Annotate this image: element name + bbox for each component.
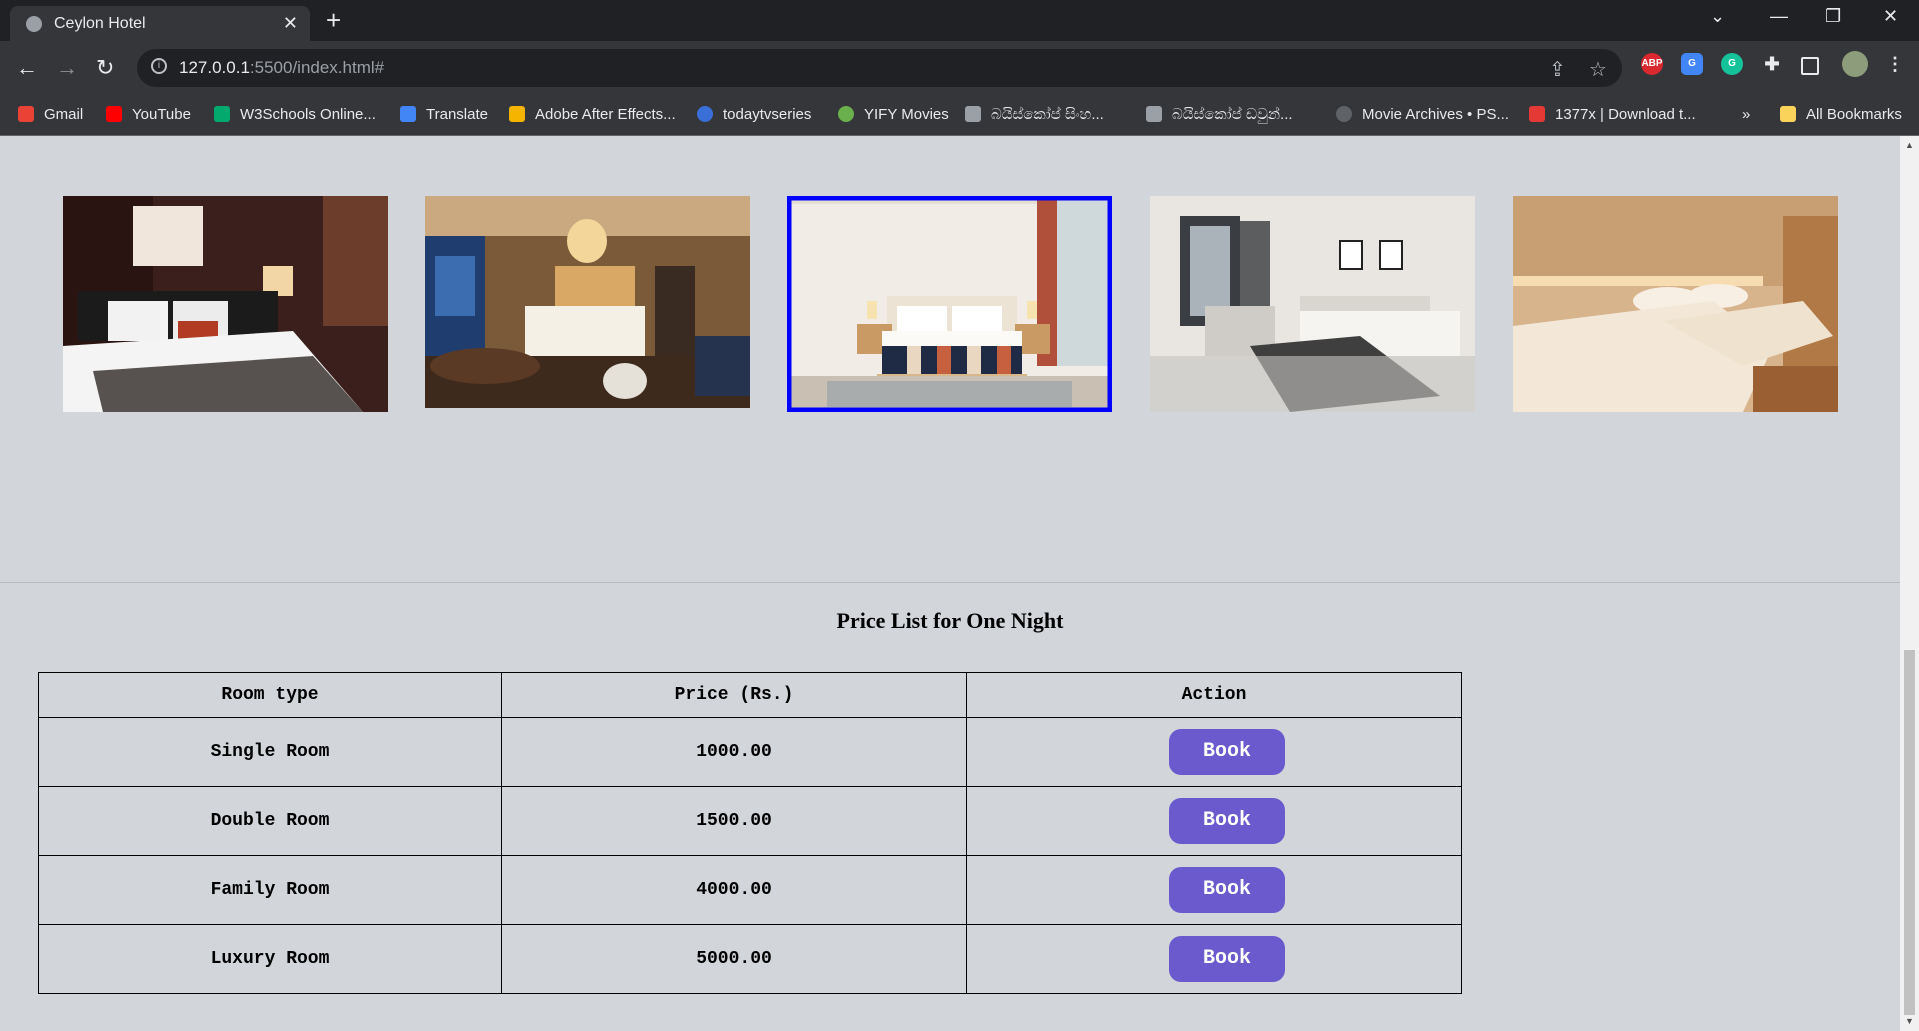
close-tab-icon[interactable]: ✕ <box>283 13 298 34</box>
header-action: Action <box>966 672 1462 718</box>
menu-dots-icon[interactable]: ⋮ <box>1884 53 1906 75</box>
bookmark-yify[interactable]: YIFY Movies <box>838 106 949 123</box>
globe-icon <box>26 16 42 32</box>
price-list-title: Price List for One Night <box>836 608 1064 633</box>
header-room-type: Room type <box>38 672 502 718</box>
book-button[interactable]: Book <box>1169 798 1285 844</box>
price-table: Room type Price (Rs.) Action Single Room… <box>38 672 1462 994</box>
bookmark-translate[interactable]: Translate <box>400 106 488 123</box>
baiscope-icon <box>1146 106 1162 122</box>
all-bookmarks[interactable]: All Bookmarks <box>1780 106 1902 123</box>
bookmark-1377x[interactable]: 1377x | Download t... <box>1529 106 1696 123</box>
minimize-icon[interactable]: — <box>1770 6 1788 27</box>
browser-tab[interactable]: Ceylon Hotel ✕ <box>10 6 310 41</box>
bookmarks-bar: Gmail YouTube W3Schools Online... Transl… <box>0 97 1919 136</box>
close-window-icon[interactable]: ✕ <box>1883 6 1898 27</box>
price-cell: 1500.00 <box>501 786 967 856</box>
site-info-icon[interactable]: i <box>151 58 167 74</box>
movie-archives-icon <box>1336 106 1352 122</box>
room-type-cell: Single Room <box>38 717 502 787</box>
bookmarks-overflow-icon[interactable]: » <box>1742 106 1750 123</box>
tab-search-icon[interactable]: ⌄ <box>1710 6 1725 27</box>
bookmark-todaytvseries[interactable]: todaytvseries <box>697 106 811 123</box>
reload-icon[interactable]: ↻ <box>96 55 114 81</box>
action-cell: Book <box>966 786 1462 856</box>
table-row: Double Room 1500.00 Book <box>38 786 1462 856</box>
room-type-cell: Double Room <box>38 786 502 856</box>
book-button[interactable]: Book <box>1169 936 1285 982</box>
gmail-icon <box>18 106 34 122</box>
room-type-cell: Luxury Room <box>38 924 502 994</box>
room-photo-3[interactable] <box>787 196 1112 412</box>
todaytvseries-icon <box>697 106 713 122</box>
yify-icon <box>838 106 854 122</box>
bookmark-baiscope-2[interactable]: බයිස්කෝප් ඩවුන්... <box>1146 106 1293 123</box>
translate-icon[interactable]: G <box>1681 53 1703 75</box>
room-photo-4[interactable] <box>1150 196 1475 412</box>
w3schools-icon <box>214 106 230 122</box>
forward-icon[interactable]: → <box>56 55 78 81</box>
action-cell: Book <box>966 855 1462 925</box>
page-scrollbar[interactable]: ▲ ▼ <box>1900 136 1919 1031</box>
header-price: Price (Rs.) <box>501 672 967 718</box>
table-header-row: Room type Price (Rs.) Action <box>38 672 1462 718</box>
extensions-puzzle-icon[interactable]: ✚ <box>1761 53 1783 75</box>
action-cell: Book <box>966 924 1462 994</box>
side-panel-icon[interactable] <box>1801 57 1819 75</box>
browser-toolbar: ← → ↻ i 127.0.0.1:5500/index.html# ⇪ ☆ A… <box>0 41 1919 97</box>
price-cell: 4000.00 <box>501 855 967 925</box>
url-text[interactable]: 127.0.0.1:5500/index.html# <box>179 58 384 78</box>
tab-title: Ceylon Hotel <box>54 15 146 32</box>
address-bar[interactable]: i 127.0.0.1:5500/index.html# ⇪ ☆ <box>137 49 1622 87</box>
adblock-icon[interactable]: ABP <box>1641 53 1663 75</box>
room-photo-2[interactable] <box>425 196 750 408</box>
bookmark-star-icon[interactable]: ☆ <box>1589 57 1607 82</box>
share-icon[interactable]: ⇪ <box>1549 57 1566 82</box>
book-button[interactable]: Book <box>1169 867 1285 913</box>
1377x-icon <box>1529 106 1545 122</box>
back-icon[interactable]: ← <box>16 55 38 81</box>
room-photo-5[interactable] <box>1513 196 1838 412</box>
scroll-down-arrow-icon[interactable]: ▼ <box>1905 1016 1914 1026</box>
action-cell: Book <box>966 717 1462 787</box>
price-cell: 5000.00 <box>501 924 967 994</box>
folder-icon <box>1780 106 1796 122</box>
bookmark-movie-archives[interactable]: Movie Archives • PS... <box>1336 106 1509 123</box>
scroll-up-arrow-icon[interactable]: ▲ <box>1905 140 1914 150</box>
price-cell: 1000.00 <box>501 717 967 787</box>
bookmark-after-effects[interactable]: Adobe After Effects... <box>509 106 676 123</box>
profile-avatar[interactable] <box>1842 51 1868 77</box>
room-type-cell: Family Room <box>38 855 502 925</box>
page-viewport: Price List for One Night Room type Price… <box>0 136 1900 1031</box>
table-row: Luxury Room 5000.00 Book <box>38 924 1462 994</box>
book-button[interactable]: Book <box>1169 729 1285 775</box>
grammarly-icon[interactable]: G <box>1721 53 1743 75</box>
baiscope-icon <box>965 106 981 122</box>
bookmark-gmail[interactable]: Gmail <box>18 106 83 123</box>
adobe-icon <box>509 106 525 122</box>
section-divider <box>0 582 1900 583</box>
room-photo-1[interactable] <box>63 196 388 412</box>
table-row: Family Room 4000.00 Book <box>38 855 1462 925</box>
youtube-icon <box>106 106 122 122</box>
bookmark-w3schools[interactable]: W3Schools Online... <box>214 106 376 123</box>
table-row: Single Room 1000.00 Book <box>38 717 1462 787</box>
bookmark-youtube[interactable]: YouTube <box>106 106 191 123</box>
browser-titlebar: Ceylon Hotel ✕ + ⌄ — ❐ ✕ <box>0 0 1919 41</box>
bookmark-baiscope-1[interactable]: බයිස්කෝප් සිංහ... <box>965 106 1104 123</box>
scrollbar-thumb[interactable] <box>1904 650 1915 1015</box>
translate-icon <box>400 106 416 122</box>
new-tab-icon[interactable]: + <box>326 5 341 36</box>
restore-icon[interactable]: ❐ <box>1825 6 1841 27</box>
